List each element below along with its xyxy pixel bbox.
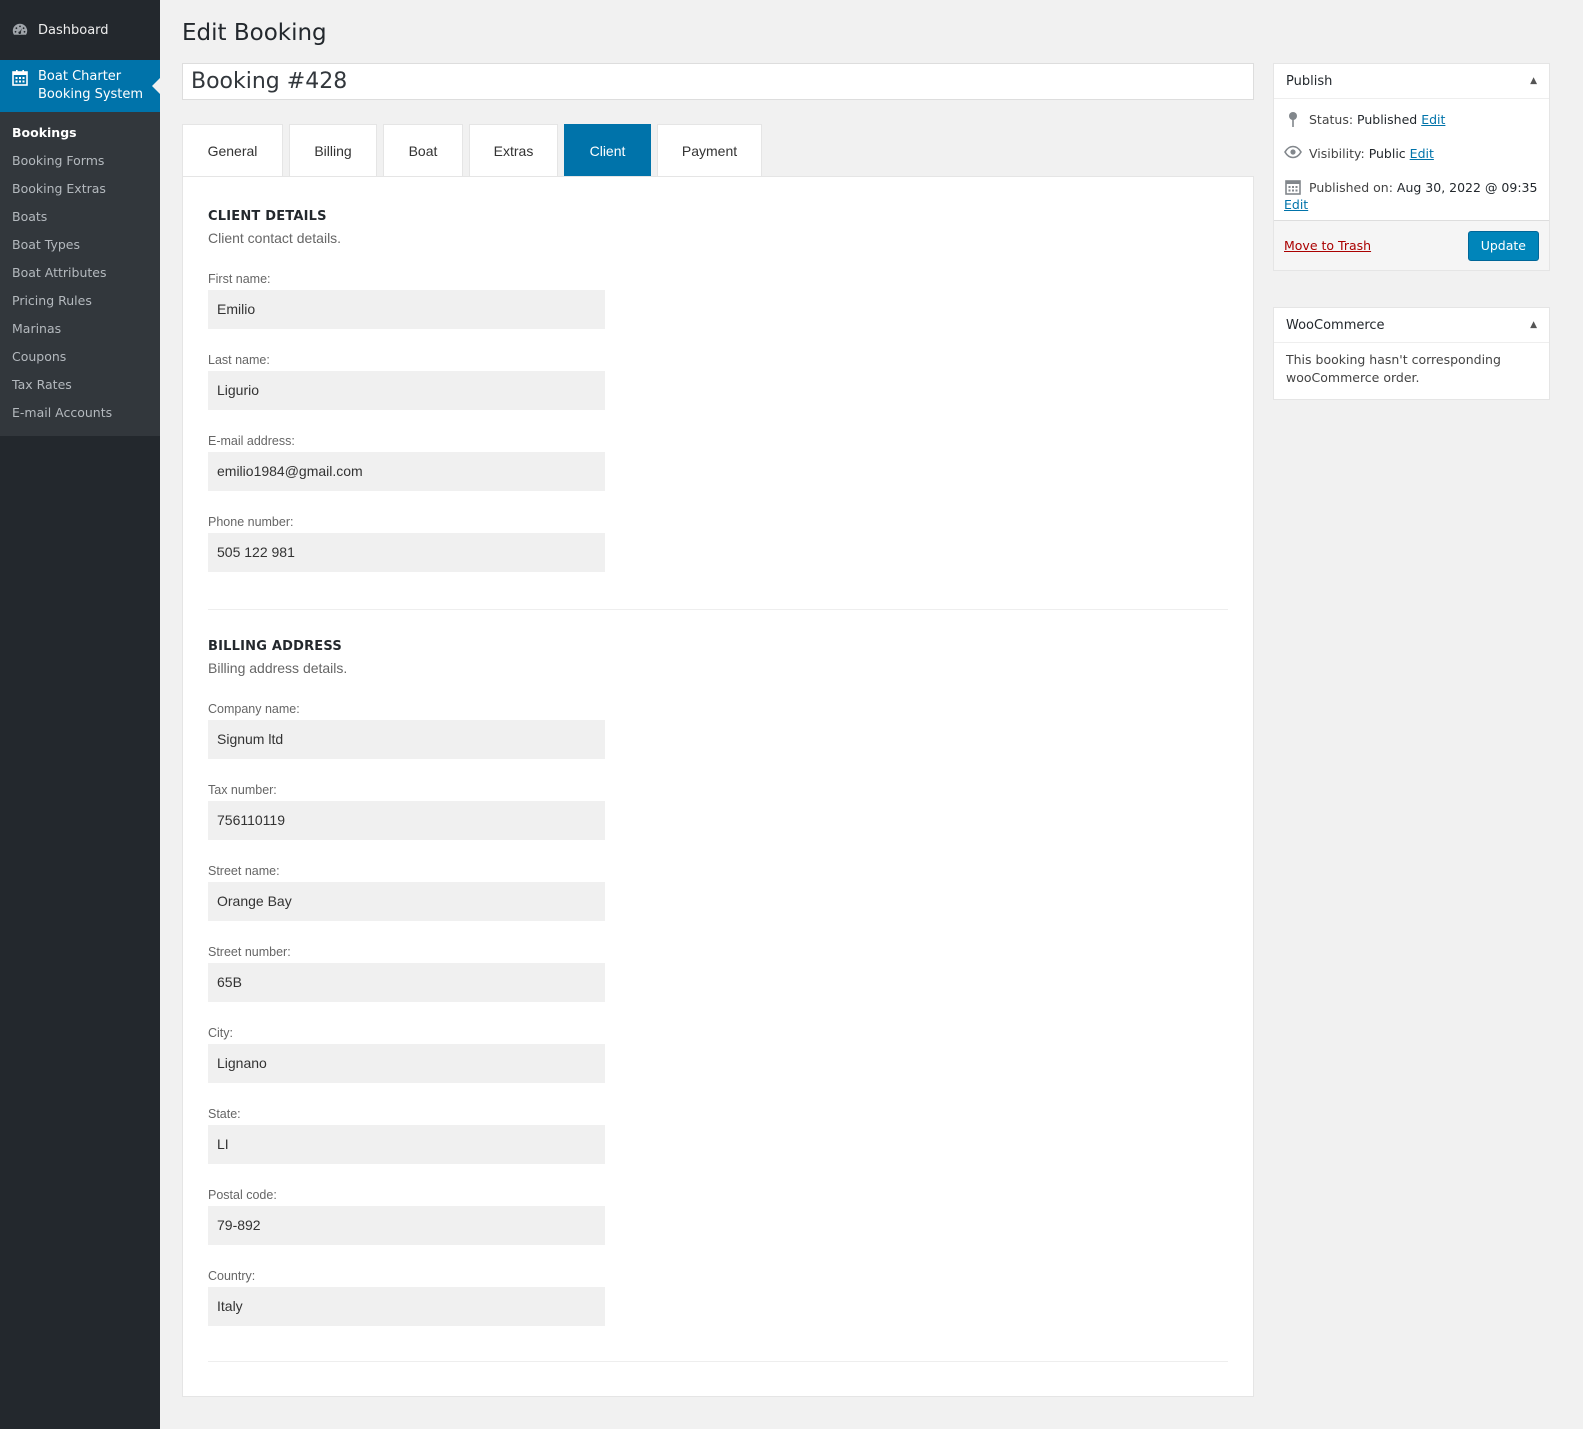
field-company-name: Company name: Signum ltd bbox=[208, 702, 605, 759]
calendar-icon bbox=[10, 68, 30, 88]
last-name-value: Ligurio bbox=[208, 371, 605, 410]
calendar-icon bbox=[1284, 179, 1302, 195]
eye-icon bbox=[1284, 145, 1302, 159]
postal-code-value: 79-892 bbox=[208, 1206, 605, 1245]
publish-box-title: Publish bbox=[1286, 73, 1333, 89]
tab-payment[interactable]: Payment bbox=[657, 124, 762, 176]
field-label: Phone number: bbox=[208, 515, 294, 529]
client-details-desc: Client contact details. bbox=[208, 230, 342, 246]
billing-address-heading: BILLING ADDRESS bbox=[208, 639, 342, 654]
pin-icon bbox=[1284, 111, 1302, 127]
client-details-heading: CLIENT DETAILS bbox=[208, 209, 327, 224]
submenu-item-coupons[interactable]: Coupons bbox=[0, 343, 160, 371]
field-email: E-mail address: emilio1984@gmail.com bbox=[208, 434, 605, 491]
publish-actions: Move to Trash Update bbox=[1274, 220, 1549, 270]
submenu-item-boat-attributes[interactable]: Boat Attributes bbox=[0, 259, 160, 287]
submenu-item-email-accounts[interactable]: E-mail Accounts bbox=[0, 399, 160, 427]
field-city: City: Lignano bbox=[208, 1026, 605, 1083]
woocommerce-box: WooCommerce ▲ This booking hasn't corres… bbox=[1273, 307, 1550, 400]
field-label: City: bbox=[208, 1026, 233, 1040]
tab-bar: General Billing Boat Extras Client Payme… bbox=[182, 124, 768, 176]
submenu-item-bookings[interactable]: Bookings bbox=[0, 119, 160, 147]
tab-panel-client: CLIENT DETAILS Client contact details. F… bbox=[182, 176, 1254, 1397]
section-divider bbox=[208, 609, 1228, 610]
country-value: Italy bbox=[208, 1287, 605, 1326]
visibility-text: Visibility: Public Edit bbox=[1309, 146, 1434, 161]
page-heading: Edit Booking bbox=[182, 20, 327, 46]
field-label: Street number: bbox=[208, 945, 291, 959]
field-label: Company name: bbox=[208, 702, 300, 716]
client-details-section: CLIENT DETAILS Client contact details. F… bbox=[208, 209, 1228, 572]
street-name-value: Orange Bay bbox=[208, 882, 605, 921]
field-phone: Phone number: 505 122 981 bbox=[208, 515, 605, 572]
field-postal-code: Postal code: 79-892 bbox=[208, 1188, 605, 1245]
tab-client[interactable]: Client bbox=[564, 124, 651, 176]
field-label: Country: bbox=[208, 1269, 256, 1283]
tab-billing[interactable]: Billing bbox=[289, 124, 377, 176]
field-state: State: LI bbox=[208, 1107, 605, 1164]
field-label: Street name: bbox=[208, 864, 280, 878]
phone-value: 505 122 981 bbox=[208, 533, 605, 572]
admin-menu: Dashboard Boat Charter Booking System Boo… bbox=[0, 0, 160, 1429]
publish-box: Publish ▲ Status: Published Edit Visibil… bbox=[1273, 63, 1550, 271]
field-last-name: Last name: Ligurio bbox=[208, 353, 605, 410]
woocommerce-box-title: WooCommerce bbox=[1286, 317, 1385, 333]
field-label: Tax number: bbox=[208, 783, 277, 797]
state-value: LI bbox=[208, 1125, 605, 1164]
first-name-value: Emilio bbox=[208, 290, 605, 329]
submenu-item-tax-rates[interactable]: Tax Rates bbox=[0, 371, 160, 399]
city-value: Lignano bbox=[208, 1044, 605, 1083]
publish-misc: Status: Published Edit Visibility: Publi… bbox=[1274, 99, 1549, 212]
update-button[interactable]: Update bbox=[1467, 230, 1539, 261]
triangle-up-icon[interactable]: ▲ bbox=[1530, 320, 1537, 330]
field-label: Postal code: bbox=[208, 1188, 277, 1202]
woocommerce-box-header[interactable]: WooCommerce ▲ bbox=[1274, 308, 1549, 343]
billing-address-desc: Billing address details. bbox=[208, 660, 348, 676]
submenu-item-boats[interactable]: Boats bbox=[0, 203, 160, 231]
edit-status-link[interactable]: Edit bbox=[1421, 112, 1445, 127]
triangle-up-icon[interactable]: ▲ bbox=[1530, 76, 1537, 86]
publish-box-header[interactable]: Publish ▲ bbox=[1274, 64, 1549, 99]
menu-boat-charter-label: Boat Charter Booking System bbox=[38, 69, 144, 102]
booking-title-input[interactable]: Booking #428 bbox=[182, 63, 1254, 100]
company-name-value: Signum ltd bbox=[208, 720, 605, 759]
email-value: emilio1984@gmail.com bbox=[208, 452, 605, 491]
submenu-item-pricing-rules[interactable]: Pricing Rules bbox=[0, 287, 160, 315]
field-country: Country: Italy bbox=[208, 1269, 605, 1326]
menu-dashboard[interactable]: Dashboard bbox=[0, 0, 160, 60]
submenu-item-boat-types[interactable]: Boat Types bbox=[0, 231, 160, 259]
dashboard-icon bbox=[10, 20, 30, 40]
menu-dashboard-label: Dashboard bbox=[38, 22, 109, 38]
tab-general[interactable]: General bbox=[182, 124, 283, 176]
field-tax-number: Tax number: 756110119 bbox=[208, 783, 605, 840]
field-label: First name: bbox=[208, 272, 271, 286]
section-divider bbox=[208, 1361, 1228, 1362]
edit-visibility-link[interactable]: Edit bbox=[1410, 146, 1434, 161]
menu-boat-charter[interactable]: Boat Charter Booking System bbox=[0, 60, 160, 112]
status-row: Status: Published Edit bbox=[1284, 111, 1539, 129]
tax-number-value: 756110119 bbox=[208, 801, 605, 840]
published-row: Published on: Aug 30, 2022 @ 09:35 bbox=[1284, 179, 1539, 197]
tab-extras[interactable]: Extras bbox=[469, 124, 558, 176]
woocommerce-message: This booking hasn't corresponding wooCom… bbox=[1286, 352, 1501, 385]
status-text: Status: Published Edit bbox=[1309, 112, 1446, 127]
move-to-trash-link[interactable]: Move to Trash bbox=[1284, 238, 1371, 253]
street-number-value: 65B bbox=[208, 963, 605, 1002]
submenu-item-marinas[interactable]: Marinas bbox=[0, 315, 160, 343]
field-label: Last name: bbox=[208, 353, 270, 367]
billing-address-section: BILLING ADDRESS Billing address details.… bbox=[208, 639, 1228, 1326]
field-first-name: First name: Emilio bbox=[208, 272, 605, 329]
field-label: State: bbox=[208, 1107, 241, 1121]
published-text: Published on: Aug 30, 2022 @ 09:35 bbox=[1309, 180, 1538, 195]
submenu-item-booking-extras[interactable]: Booking Extras bbox=[0, 175, 160, 203]
field-street-name: Street name: Orange Bay bbox=[208, 864, 605, 921]
edit-date-link[interactable]: Edit bbox=[1284, 197, 1308, 212]
field-street-number: Street number: 65B bbox=[208, 945, 605, 1002]
submenu-item-booking-forms[interactable]: Booking Forms bbox=[0, 147, 160, 175]
field-label: E-mail address: bbox=[208, 434, 295, 448]
tab-boat[interactable]: Boat bbox=[383, 124, 463, 176]
visibility-row: Visibility: Public Edit bbox=[1284, 145, 1539, 163]
submenu: Bookings Booking Forms Booking Extras Bo… bbox=[0, 112, 160, 436]
